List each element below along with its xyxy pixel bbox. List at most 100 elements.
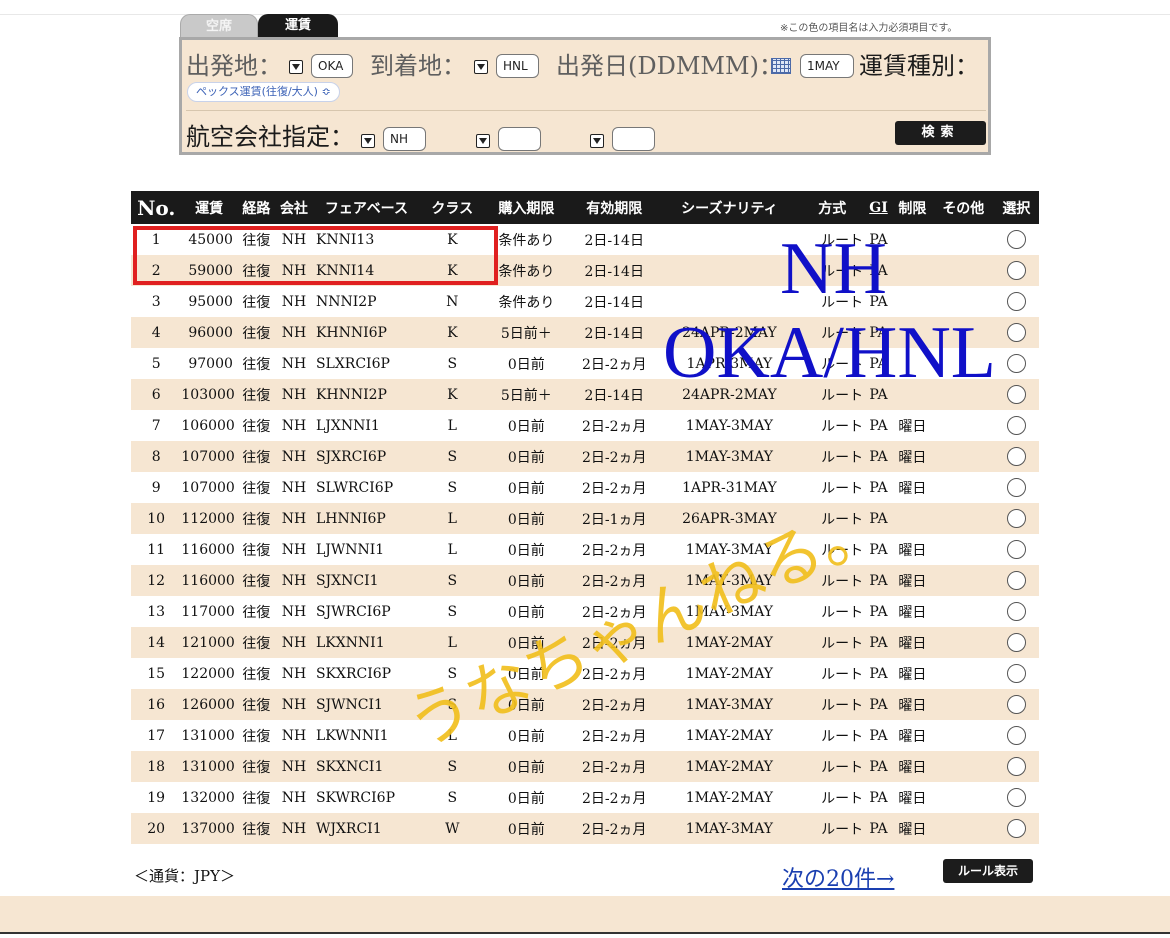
- row-other: [933, 224, 994, 255]
- row-select-radio[interactable]: [1006, 509, 1026, 528]
- table-row: 19 132000 往復 NH SKWRCI6P S 0日前 2日-2ヵ月 1MAY-2MAY ル…: [131, 782, 1039, 813]
- row-method: ルート: [821, 356, 864, 373]
- header-select: 選択: [993, 191, 1039, 224]
- row-method: ルート: [799, 317, 866, 348]
- row-purchase: 0日前: [507, 790, 545, 807]
- row-select-radio[interactable]: [1006, 447, 1026, 466]
- row-gi: PA: [869, 355, 888, 372]
- row-validity: 2日-14日: [569, 317, 660, 348]
- row-fare-basis: KHNNI6P: [311, 317, 421, 348]
- arrival-input[interactable]: HNL: [496, 54, 539, 78]
- row-select-cell: [994, 224, 1039, 255]
- departure-dropdown-icon[interactable]: [289, 60, 303, 74]
- row-fare-basis: NNNI2P: [315, 293, 377, 310]
- row-no: 9: [151, 479, 161, 496]
- departure-input[interactable]: OKA: [311, 54, 353, 78]
- row-select-radio[interactable]: [1006, 230, 1026, 249]
- row-select-radio[interactable]: [1006, 819, 1026, 838]
- row-class: W: [420, 813, 484, 844]
- row-fare-basis: SJXNCI1: [311, 565, 421, 596]
- row-select-radio[interactable]: [1006, 323, 1026, 342]
- row-method: ルート: [799, 255, 866, 286]
- row-route: 往復: [236, 379, 276, 410]
- airline-input-2[interactable]: [498, 127, 541, 151]
- airline-dropdown-icon-3[interactable]: [590, 134, 604, 148]
- row-select-cell: [993, 751, 1039, 782]
- row-no: 2: [131, 255, 182, 286]
- row-select-radio[interactable]: [1006, 602, 1026, 621]
- row-restriction: 曜日: [898, 790, 927, 807]
- row-validity: 2日-2ヵ月: [581, 790, 647, 807]
- airline-dropdown-icon-1[interactable]: [361, 134, 375, 148]
- search-button[interactable]: 検索: [895, 121, 986, 145]
- row-fare: 126000: [181, 689, 237, 720]
- row-validity: 2日-14日: [569, 379, 660, 410]
- header-method: 方式: [799, 191, 866, 224]
- tab-fare[interactable]: 運賃: [258, 14, 338, 38]
- row-select-radio[interactable]: [1006, 571, 1026, 590]
- row-class: L: [447, 541, 457, 558]
- row-select-radio[interactable]: [1006, 478, 1026, 497]
- row-select-radio[interactable]: [1006, 385, 1026, 404]
- row-select-radio[interactable]: [1006, 757, 1026, 776]
- row-select-radio[interactable]: [1006, 261, 1026, 280]
- required-field-note: ※この色の項目名は入力必須項目です。: [780, 23, 958, 34]
- airline-dropdown-icon-2[interactable]: [476, 134, 490, 148]
- row-select-cell: [993, 441, 1039, 472]
- airline-input-1[interactable]: NH: [383, 127, 426, 151]
- row-method: ルート: [799, 503, 866, 534]
- next-page-link[interactable]: 次の20件→: [782, 861, 894, 893]
- row-select-radio[interactable]: [1006, 354, 1026, 373]
- table-row: 8 107000 往復 NH SJXRCI6P S 0日前 2日-2ヵ月 1MAY-3MAY ルー…: [131, 441, 1039, 472]
- row-route: 往復: [242, 604, 271, 621]
- row-select-radio[interactable]: [1006, 540, 1026, 559]
- row-fare: 131000: [181, 727, 235, 744]
- show-rules-button[interactable]: ルール表示: [943, 859, 1033, 883]
- row-other: [933, 348, 994, 379]
- row-other: [933, 534, 994, 565]
- row-method: ルート: [799, 565, 866, 596]
- row-purchase: 0日前: [483, 503, 569, 534]
- row-gi: PA: [865, 565, 892, 596]
- row-restriction: 曜日: [891, 627, 933, 658]
- tab-vacancy[interactable]: 空席: [180, 14, 258, 38]
- row-select-radio[interactable]: [1006, 726, 1026, 745]
- row-season: 24APR-2MAY: [659, 317, 800, 348]
- row-method: ルート: [821, 790, 864, 807]
- row-carrier: NH: [275, 751, 312, 782]
- row-season: 1MAY-3MAY: [685, 541, 774, 558]
- row-select-radio[interactable]: [1006, 788, 1026, 807]
- row-route: 往復: [242, 480, 271, 497]
- row-fare: 122000: [181, 665, 235, 682]
- date-input[interactable]: 1MAY: [800, 54, 854, 78]
- header-gi-link[interactable]: GI: [865, 191, 892, 224]
- row-select-radio[interactable]: [1006, 416, 1026, 435]
- row-purchase: 条件あり: [498, 294, 555, 311]
- header-seasonality: シーズナリティ: [659, 191, 800, 224]
- row-restriction: 曜日: [891, 441, 933, 472]
- row-gi: PA: [869, 541, 888, 558]
- row-fare-basis: KHNNI2P: [311, 379, 421, 410]
- row-validity: 2日-2ヵ月: [581, 666, 647, 683]
- airline-input-3[interactable]: [612, 127, 655, 151]
- row-method: ルート: [821, 418, 864, 435]
- row-season: 1MAY-2MAY: [685, 727, 774, 744]
- arrival-dropdown-icon[interactable]: [474, 60, 488, 74]
- row-gi: PA: [865, 751, 892, 782]
- row-select-radio[interactable]: [1006, 664, 1026, 683]
- row-gi: PA: [869, 417, 888, 434]
- row-select-radio[interactable]: [1006, 695, 1026, 714]
- row-select-cell: [993, 565, 1039, 596]
- row-select-radio[interactable]: [1006, 292, 1026, 311]
- row-validity: 2日-2ヵ月: [581, 604, 647, 621]
- row-fare: 116000: [181, 541, 235, 558]
- row-no: 13: [147, 603, 166, 620]
- row-select-radio[interactable]: [1006, 633, 1026, 652]
- calendar-icon[interactable]: [771, 58, 791, 74]
- row-method: ルート: [799, 627, 866, 658]
- row-fare: 137000: [181, 813, 237, 844]
- row-select-cell: [993, 255, 1039, 286]
- fare-type-select[interactable]: ペックス運賃(往復/大人) ≎: [187, 82, 340, 102]
- row-select-cell: [993, 627, 1039, 658]
- row-fare: 103000: [181, 379, 237, 410]
